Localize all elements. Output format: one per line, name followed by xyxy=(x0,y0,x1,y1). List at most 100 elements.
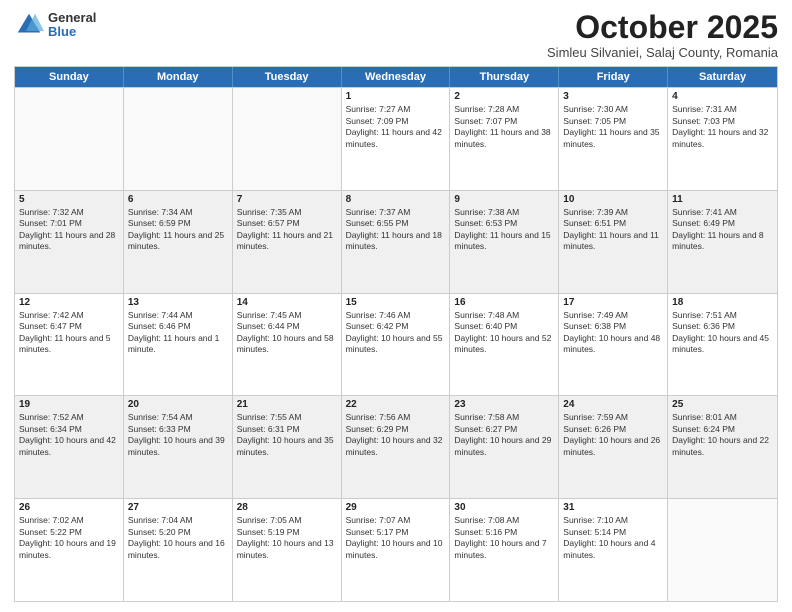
page: General Blue October 2025 Simleu Silvani… xyxy=(0,0,792,612)
sunrise-text: Sunrise: 7:46 AM xyxy=(346,310,446,321)
sunrise-text: Sunrise: 7:30 AM xyxy=(563,104,663,115)
daylight-text: Daylight: 10 hours and 48 minutes. xyxy=(563,333,663,356)
sunrise-text: Sunrise: 7:45 AM xyxy=(237,310,337,321)
day-number: 16 xyxy=(454,297,554,308)
day-cell-25: 25 Sunrise: 8:01 AMSunset: 6:24 PMDayligh… xyxy=(668,396,777,498)
day-number: 17 xyxy=(563,297,663,308)
sunrise-text: Sunrise: 8:01 AM xyxy=(672,412,773,423)
day-header-saturday: Saturday xyxy=(668,67,777,87)
sunset-text: Sunset: 6:27 PM xyxy=(454,424,554,435)
location-subtitle: Simleu Silvaniei, Salaj County, Romania xyxy=(547,45,778,60)
day-cell-4: 4Sunrise: 7:31 AMSunset: 7:03 PMDaylight… xyxy=(668,88,777,190)
week-row-3: 12Sunrise: 7:42 AMSunset: 6:47 PMDayligh… xyxy=(15,293,777,396)
day-number: 7 xyxy=(237,194,337,205)
day-cell-20: 20Sunrise: 7:54 AMSunset: 6:33 PMDayligh… xyxy=(124,396,233,498)
logo-general-text: General xyxy=(48,11,96,25)
day-cell-2: 2 Sunrise: 7:28 AMSunset: 7:07 PMDaylight… xyxy=(450,88,559,190)
daylight-text: Daylight: 11 hours and 28 minutes. xyxy=(19,230,119,253)
title-block: October 2025 Simleu Silvaniei, Salaj Cou… xyxy=(547,10,778,60)
day-header-wednesday: Wednesday xyxy=(342,67,451,87)
day-cell-15: 15Sunrise: 7:46 AMSunset: 6:42 PMDayligh… xyxy=(342,294,451,396)
daylight-text: Daylight: 10 hours and 42 minutes. xyxy=(19,435,119,458)
sunset-text: Sunset: 6:31 PM xyxy=(237,424,337,435)
day-cell-17: 17Sunrise: 7:49 AMSunset: 6:38 PMDayligh… xyxy=(559,294,668,396)
daylight-text: Daylight: 11 hours and 38 minutes. xyxy=(454,127,554,150)
daylight-text: Daylight: 10 hours and 26 minutes. xyxy=(563,435,663,458)
day-cell-31: 31Sunrise: 7:10 AMSunset: 5:14 PMDayligh… xyxy=(559,499,668,601)
sunrise-text: Sunrise: 7:44 AM xyxy=(128,310,228,321)
sunset-text: Sunset: 6:51 PM xyxy=(563,218,663,229)
day-number: 26 xyxy=(19,502,119,513)
day-cell-8: 8Sunrise: 7:37 AMSunset: 6:55 PMDaylight… xyxy=(342,191,451,293)
sunset-text: Sunset: 6:24 PM xyxy=(672,424,773,435)
daylight-text: Daylight: 11 hours and 11 minutes. xyxy=(563,230,663,253)
sunset-text: Sunset: 7:01 PM xyxy=(19,218,119,229)
day-number: 21 xyxy=(237,399,337,410)
day-number: 19 xyxy=(19,399,119,410)
week-row-4: 19Sunrise: 7:52 AMSunset: 6:34 PMDayligh… xyxy=(15,395,777,498)
sunset-text: Sunset: 6:57 PM xyxy=(237,218,337,229)
day-cell-5: 5 Sunrise: 7:32 AMSunset: 7:01 PMDaylight… xyxy=(15,191,124,293)
day-cell-14: 14Sunrise: 7:45 AMSunset: 6:44 PMDayligh… xyxy=(233,294,342,396)
day-cell-7: 7 Sunrise: 7:35 AMSunset: 6:57 PMDaylight… xyxy=(233,191,342,293)
day-cell-30: 30Sunrise: 7:08 AMSunset: 5:16 PMDayligh… xyxy=(450,499,559,601)
sunset-text: Sunset: 7:07 PM xyxy=(454,116,554,127)
sunset-text: Sunset: 5:22 PM xyxy=(19,527,119,538)
daylight-text: Daylight: 10 hours and 10 minutes. xyxy=(346,538,446,561)
sunrise-text: Sunrise: 7:41 AM xyxy=(672,207,773,218)
daylight-text: Daylight: 10 hours and 58 minutes. xyxy=(237,333,337,356)
sunrise-text: Sunrise: 7:51 AM xyxy=(672,310,773,321)
sunrise-text: Sunrise: 7:07 AM xyxy=(346,515,446,526)
daylight-text: Daylight: 10 hours and 7 minutes. xyxy=(454,538,554,561)
sunset-text: Sunset: 6:44 PM xyxy=(237,321,337,332)
daylight-text: Daylight: 11 hours and 32 minutes. xyxy=(672,127,773,150)
month-title: October 2025 xyxy=(547,10,778,45)
empty-cell xyxy=(15,88,124,190)
week-row-2: 5Sunrise: 7:32 AMSunset: 7:01 PMDaylight… xyxy=(15,190,777,293)
day-header-friday: Friday xyxy=(559,67,668,87)
day-cell-27: 27 Sunrise: 7:04 AMSunset: 5:20 PMDayligh… xyxy=(124,499,233,601)
sunrise-text: Sunrise: 7:35 AM xyxy=(237,207,337,218)
daylight-text: Daylight: 11 hours and 15 minutes. xyxy=(454,230,554,253)
day-number: 28 xyxy=(237,502,337,513)
daylight-text: Daylight: 10 hours and 13 minutes. xyxy=(237,538,337,561)
day-header-tuesday: Tuesday xyxy=(233,67,342,87)
daylight-text: Daylight: 11 hours and 21 minutes. xyxy=(237,230,337,253)
sunrise-text: Sunrise: 7:48 AM xyxy=(454,310,554,321)
day-number: 15 xyxy=(346,297,446,308)
day-number: 27 xyxy=(128,502,228,513)
sunset-text: Sunset: 5:17 PM xyxy=(346,527,446,538)
sunset-text: Sunset: 6:36 PM xyxy=(672,321,773,332)
day-number: 11 xyxy=(672,194,773,205)
logo-text: General Blue xyxy=(48,11,96,40)
daylight-text: Daylight: 10 hours and 39 minutes. xyxy=(128,435,228,458)
sunrise-text: Sunrise: 7:05 AM xyxy=(237,515,337,526)
day-cell-21: 21Sunrise: 7:55 AMSunset: 6:31 PMDayligh… xyxy=(233,396,342,498)
day-cell-12: 12Sunrise: 7:42 AMSunset: 6:47 PMDayligh… xyxy=(15,294,124,396)
sunset-text: Sunset: 6:38 PM xyxy=(563,321,663,332)
day-number: 2 xyxy=(454,91,554,102)
daylight-text: Daylight: 11 hours and 25 minutes. xyxy=(128,230,228,253)
day-cell-16: 16Sunrise: 7:48 AMSunset: 6:40 PMDayligh… xyxy=(450,294,559,396)
daylight-text: Daylight: 11 hours and 8 minutes. xyxy=(672,230,773,253)
calendar-header-row: SundayMondayTuesdayWednesdayThursdayFrid… xyxy=(15,67,777,87)
daylight-text: Daylight: 10 hours and 22 minutes. xyxy=(672,435,773,458)
sunrise-text: Sunrise: 7:28 AM xyxy=(454,104,554,115)
day-number: 5 xyxy=(19,194,119,205)
daylight-text: Daylight: 10 hours and 16 minutes. xyxy=(128,538,228,561)
sunrise-text: Sunrise: 7:04 AM xyxy=(128,515,228,526)
sunrise-text: Sunrise: 7:59 AM xyxy=(563,412,663,423)
sunset-text: Sunset: 6:59 PM xyxy=(128,218,228,229)
day-cell-19: 19Sunrise: 7:52 AMSunset: 6:34 PMDayligh… xyxy=(15,396,124,498)
day-number: 25 xyxy=(672,399,773,410)
daylight-text: Daylight: 10 hours and 55 minutes. xyxy=(346,333,446,356)
sunset-text: Sunset: 5:20 PM xyxy=(128,527,228,538)
day-cell-6: 6Sunrise: 7:34 AMSunset: 6:59 PMDaylight… xyxy=(124,191,233,293)
empty-cell xyxy=(124,88,233,190)
day-number: 3 xyxy=(563,91,663,102)
sunset-text: Sunset: 7:05 PM xyxy=(563,116,663,127)
sunrise-text: Sunrise: 7:32 AM xyxy=(19,207,119,218)
sunrise-text: Sunrise: 7:56 AM xyxy=(346,412,446,423)
day-number: 10 xyxy=(563,194,663,205)
day-cell-23: 23Sunrise: 7:58 AMSunset: 6:27 PMDayligh… xyxy=(450,396,559,498)
